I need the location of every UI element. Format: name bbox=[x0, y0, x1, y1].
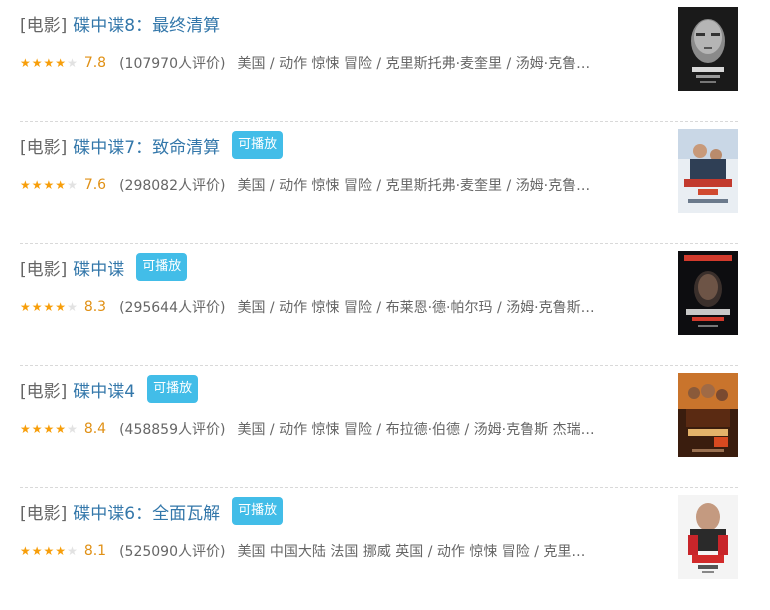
rating-count: (107970人评价) bbox=[119, 56, 226, 72]
rating-score: 7.8 bbox=[83, 55, 107, 71]
movie-title-link[interactable]: 碟中谍8：最终清算 bbox=[73, 11, 220, 36]
result-item: [电影] 碟中谍4 可播放 ★ ★ ★ ★ ★ 8.4 (458859人评价) 美国 /… bbox=[20, 366, 738, 488]
type-tag: [电影] bbox=[20, 381, 68, 402]
type-tag: [电影] bbox=[20, 137, 68, 158]
star-filled-icon: ★ bbox=[43, 544, 55, 558]
result-meta-row: ★ ★ ★ ★ ★ 7.6 (298082人评价) 美国 / 动作 惊悚 冒险 / 克里… bbox=[20, 174, 660, 196]
movie-poster[interactable] bbox=[678, 129, 738, 213]
type-tag: [电影] bbox=[20, 15, 68, 36]
movie-poster[interactable] bbox=[678, 251, 738, 335]
result-item: [电影] 碟中谍 可播放 ★ ★ ★ ★ ★ 8.3 (295644人评价) 美国 / … bbox=[20, 244, 738, 366]
star-empty-icon: ★ bbox=[67, 544, 78, 558]
rating-count: (298082人评价) bbox=[119, 178, 226, 194]
result-meta-row: ★ ★ ★ ★ ★ 8.4 (458859人评价) 美国 / 动作 惊悚 冒险 / 布拉… bbox=[20, 418, 660, 440]
result-meta-row: ★ ★ ★ ★ ★ 8.3 (295644人评价) 美国 / 动作 惊悚 冒险 / 布莱… bbox=[20, 296, 660, 318]
result-meta-row: ★ ★ ★ ★ ★ 7.8 (107970人评价) 美国 / 动作 惊悚 冒险 / 克里… bbox=[20, 52, 660, 74]
rating-stars: ★ ★ ★ ★ ★ bbox=[20, 301, 79, 313]
star-filled-icon: ★ bbox=[55, 56, 67, 70]
rating-score: 8.1 bbox=[83, 543, 107, 559]
rating-count: (525090人评价) bbox=[119, 544, 226, 560]
star-filled-icon: ★ bbox=[55, 178, 67, 192]
result-item: [电影] 碟中谍6：全面瓦解 可播放 ★ ★ ★ ★ ★ 8.1 (525090人评价)… bbox=[20, 488, 738, 610]
result-title-row: [电影] 碟中谍8：最终清算 bbox=[20, 8, 220, 38]
subject-info: 美国 / 动作 惊悚 冒险 / 布莱恩·德·帕尔玛 / 汤姆·克鲁斯… bbox=[237, 300, 595, 316]
movie-title-link[interactable]: 碟中谍6：全面瓦解 bbox=[73, 499, 220, 524]
star-filled-icon: ★ bbox=[31, 300, 43, 314]
rating-stars: ★ ★ ★ ★ ★ bbox=[20, 423, 79, 435]
result-title-row: [电影] 碟中谍6：全面瓦解 可播放 bbox=[20, 496, 284, 526]
star-filled-icon: ★ bbox=[55, 544, 67, 558]
star-empty-icon: ★ bbox=[67, 56, 78, 70]
star-filled-icon: ★ bbox=[20, 422, 31, 436]
star-filled-icon: ★ bbox=[55, 422, 67, 436]
subject-info: 美国 / 动作 惊悚 冒险 / 克里斯托弗·麦奎里 / 汤姆·克鲁… bbox=[237, 56, 591, 72]
star-filled-icon: ★ bbox=[31, 544, 43, 558]
movie-poster[interactable] bbox=[678, 373, 738, 457]
rating-stars: ★ ★ ★ ★ ★ bbox=[20, 545, 79, 557]
star-empty-icon: ★ bbox=[67, 422, 78, 436]
result-meta-row: ★ ★ ★ ★ ★ 8.1 (525090人评价) 美国 中国大陆 法国 挪威 英国 /… bbox=[20, 540, 660, 562]
search-result-list: [电影] 碟中谍8：最终清算 ★ ★ ★ ★ ★ 7.8 (107970人评价) 美国 … bbox=[20, 0, 738, 610]
star-filled-icon: ★ bbox=[20, 544, 31, 558]
rating-score: 8.4 bbox=[83, 421, 107, 437]
movie-poster[interactable] bbox=[678, 495, 738, 579]
rating-score: 8.3 bbox=[83, 299, 107, 315]
rating-count: (295644人评价) bbox=[119, 300, 226, 316]
rating-score: 7.6 bbox=[83, 177, 107, 193]
subject-info: 美国 / 动作 惊悚 冒险 / 布拉德·伯德 / 汤姆·克鲁斯 杰瑞… bbox=[237, 422, 595, 438]
star-filled-icon: ★ bbox=[20, 178, 31, 192]
playable-badge[interactable]: 可播放 bbox=[147, 375, 199, 403]
movie-poster[interactable] bbox=[678, 7, 738, 91]
star-filled-icon: ★ bbox=[43, 422, 55, 436]
result-item: [电影] 碟中谍7：致命清算 可播放 ★ ★ ★ ★ ★ 7.6 (298082人评价)… bbox=[20, 122, 738, 244]
playable-badge[interactable]: 可播放 bbox=[232, 497, 284, 525]
rating-stars: ★ ★ ★ ★ ★ bbox=[20, 179, 79, 191]
star-filled-icon: ★ bbox=[43, 56, 55, 70]
movie-title-link[interactable]: 碟中谍7：致命清算 bbox=[73, 133, 220, 158]
star-filled-icon: ★ bbox=[20, 56, 31, 70]
rating-stars: ★ ★ ★ ★ ★ bbox=[20, 57, 79, 69]
movie-title-link[interactable]: 碟中谍 bbox=[73, 255, 124, 280]
playable-badge[interactable]: 可播放 bbox=[136, 253, 188, 281]
star-empty-icon: ★ bbox=[67, 300, 78, 314]
star-filled-icon: ★ bbox=[43, 300, 55, 314]
type-tag: [电影] bbox=[20, 503, 68, 524]
rating-count: (458859人评价) bbox=[119, 422, 226, 438]
star-filled-icon: ★ bbox=[31, 178, 43, 192]
result-title-row: [电影] 碟中谍 可播放 bbox=[20, 252, 188, 282]
result-title-row: [电影] 碟中谍4 可播放 bbox=[20, 374, 199, 404]
type-tag: [电影] bbox=[20, 259, 68, 280]
star-filled-icon: ★ bbox=[55, 300, 67, 314]
star-empty-icon: ★ bbox=[67, 178, 78, 192]
star-filled-icon: ★ bbox=[31, 56, 43, 70]
playable-badge[interactable]: 可播放 bbox=[232, 131, 284, 159]
star-filled-icon: ★ bbox=[20, 300, 31, 314]
result-title-row: [电影] 碟中谍7：致命清算 可播放 bbox=[20, 130, 284, 160]
movie-title-link[interactable]: 碟中谍4 bbox=[73, 377, 135, 402]
star-filled-icon: ★ bbox=[43, 178, 55, 192]
subject-info: 美国 / 动作 惊悚 冒险 / 克里斯托弗·麦奎里 / 汤姆·克鲁… bbox=[237, 178, 591, 194]
star-filled-icon: ★ bbox=[31, 422, 43, 436]
result-item: [电影] 碟中谍8：最终清算 ★ ★ ★ ★ ★ 7.8 (107970人评价) 美国 … bbox=[20, 0, 738, 122]
subject-info: 美国 中国大陆 法国 挪威 英国 / 动作 惊悚 冒险 / 克里… bbox=[237, 544, 586, 560]
